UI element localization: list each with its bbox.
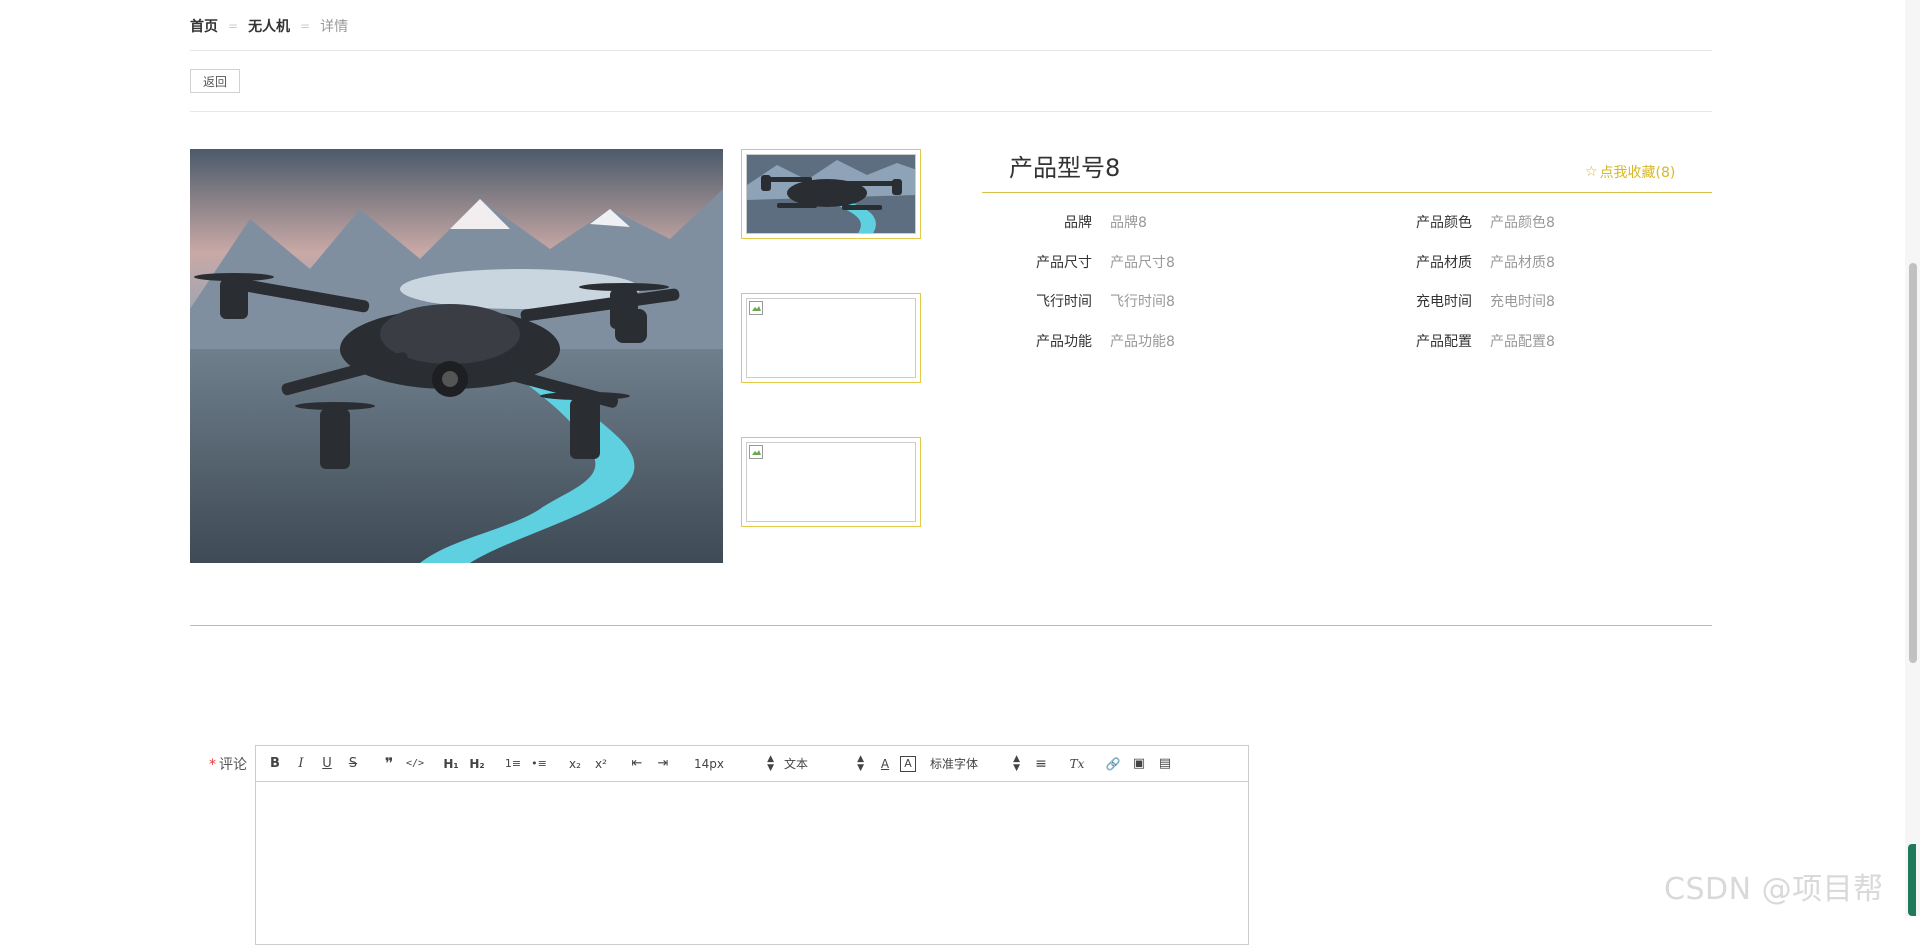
outdent-button[interactable]: ⇤ <box>626 753 648 775</box>
spec-label: 产品材质 <box>1416 255 1472 271</box>
spec-brand: 品牌 品牌8 <box>982 212 1147 232</box>
bold-button[interactable]: B <box>264 753 286 775</box>
spec-label: 充电时间 <box>1416 294 1472 310</box>
link-button[interactable]: 🔗 <box>1102 753 1124 775</box>
thumbnail-image-broken <box>746 442 916 522</box>
main-product-image <box>190 149 723 563</box>
spec-value: 产品材质8 <box>1490 255 1555 271</box>
required-mark: * <box>209 757 216 773</box>
editor-toolbar: B I U S ❞ </> H₁ H₂ 1≡ •≡ x₂ x² ⇤ ⇥ 14px… <box>256 746 1248 782</box>
thumbnail-2[interactable] <box>741 293 921 383</box>
spec-value: 飞行时间8 <box>1110 294 1175 310</box>
header-select[interactable]: 文本 ▲ ▼ <box>784 753 864 773</box>
comment-label-text: 评论 <box>219 757 247 773</box>
divider <box>190 111 1712 112</box>
side-widget[interactable] <box>1908 844 1916 916</box>
spec-function: 产品功能 产品功能8 <box>982 331 1175 351</box>
spec-value: 产品尺寸8 <box>1110 255 1175 271</box>
select-arrows-icon: ▲ ▼ <box>1013 753 1020 773</box>
spec-value: 产品配置8 <box>1490 334 1555 350</box>
comment-editor: B I U S ❞ </> H₁ H₂ 1≡ •≡ x₂ x² ⇤ ⇥ 14px… <box>255 745 1249 945</box>
section-divider <box>190 625 1712 626</box>
quote-button[interactable]: ❞ <box>378 753 400 775</box>
indent-button[interactable]: ⇥ <box>652 753 674 775</box>
breadcrumb-category[interactable]: 无人机 <box>248 16 290 36</box>
breadcrumb-separator: = <box>228 19 239 33</box>
spec-label: 飞行时间 <box>1036 294 1092 310</box>
size-select-value: 14px <box>694 756 724 771</box>
breadcrumb-home[interactable]: 首页 <box>190 16 218 36</box>
italic-button[interactable]: I <box>290 753 312 775</box>
font-select-value: 标准字体 <box>930 757 979 771</box>
broken-image-icon <box>749 445 763 459</box>
align-button[interactable]: ≡ <box>1030 753 1052 775</box>
breadcrumb: 首页 = 无人机 = 详情 <box>190 16 348 36</box>
spec-flight-time: 飞行时间 飞行时间8 <box>982 291 1175 311</box>
star-icon: ☆ <box>1585 164 1598 180</box>
thumbnail-1[interactable] <box>741 149 921 239</box>
breadcrumb-separator: = <box>300 19 311 33</box>
select-arrows-icon: ▲ ▼ <box>767 753 774 773</box>
size-select[interactable]: 14px ▲ ▼ <box>694 753 774 773</box>
favorite-button[interactable]: ☆ 点我收藏(8) <box>1585 162 1675 182</box>
watermark: CSDN @项目帮 <box>1664 872 1884 907</box>
spec-value: 品牌8 <box>1110 215 1147 231</box>
back-button[interactable]: 返回 <box>190 69 240 93</box>
comment-label: * 评论 <box>209 754 247 774</box>
spec-charge-time: 充电时间 充电时间8 <box>1362 291 1555 311</box>
thumbnail-image <box>746 154 916 234</box>
spec-value: 充电时间8 <box>1490 294 1555 310</box>
font-select[interactable]: 标准字体 ▲ ▼ <box>930 753 1020 773</box>
divider <box>190 50 1712 51</box>
underline-button[interactable]: U <box>316 753 338 775</box>
spec-label: 品牌 <box>1064 215 1092 231</box>
favorite-label: 点我收藏(8) <box>1599 165 1676 181</box>
spec-label: 产品功能 <box>1036 334 1092 350</box>
spec-material: 产品材质 产品材质8 <box>1362 252 1555 272</box>
scrollbar-thumb[interactable] <box>1909 263 1917 663</box>
clean-format-button[interactable]: Tx <box>1066 753 1088 775</box>
spec-label: 产品颜色 <box>1416 215 1472 231</box>
text-color-button[interactable]: A <box>874 753 896 775</box>
broken-image-icon <box>749 301 763 315</box>
code-button[interactable]: </> <box>404 753 426 775</box>
drone-thumbnail <box>747 155 915 233</box>
superscript-button[interactable]: x² <box>590 753 612 775</box>
editor-content-area[interactable] <box>256 782 1248 942</box>
breadcrumb-current: 详情 <box>320 19 349 35</box>
product-title: 产品型号8 <box>1009 154 1121 182</box>
title-divider <box>982 192 1712 193</box>
subscript-button[interactable]: x₂ <box>564 753 586 775</box>
spec-label: 产品配置 <box>1416 334 1472 350</box>
spec-color: 产品颜色 产品颜色8 <box>1362 212 1555 232</box>
page-scrollbar[interactable] <box>1905 0 1920 916</box>
spec-value: 产品功能8 <box>1110 334 1175 350</box>
strike-button[interactable]: S <box>342 753 364 775</box>
h2-button[interactable]: H₂ <box>466 753 488 775</box>
select-arrows-icon: ▲ ▼ <box>857 753 864 773</box>
spec-value: 产品颜色8 <box>1490 215 1555 231</box>
spec-size: 产品尺寸 产品尺寸8 <box>982 252 1175 272</box>
h1-button[interactable]: H₁ <box>440 753 462 775</box>
header-select-value: 文本 <box>784 757 809 771</box>
thumbnail-image-broken <box>746 298 916 378</box>
spec-label: 产品尺寸 <box>1036 255 1092 271</box>
thumbnail-3[interactable] <box>741 437 921 527</box>
spec-config: 产品配置 产品配置8 <box>1362 331 1555 351</box>
bullet-list-button[interactable]: •≡ <box>528 753 550 775</box>
ordered-list-button[interactable]: 1≡ <box>502 753 524 775</box>
drone-photo <box>190 149 723 563</box>
image-button[interactable]: ▣ <box>1128 753 1150 775</box>
video-button[interactable]: ▤ <box>1154 753 1176 775</box>
background-color-button[interactable]: A <box>900 755 916 772</box>
